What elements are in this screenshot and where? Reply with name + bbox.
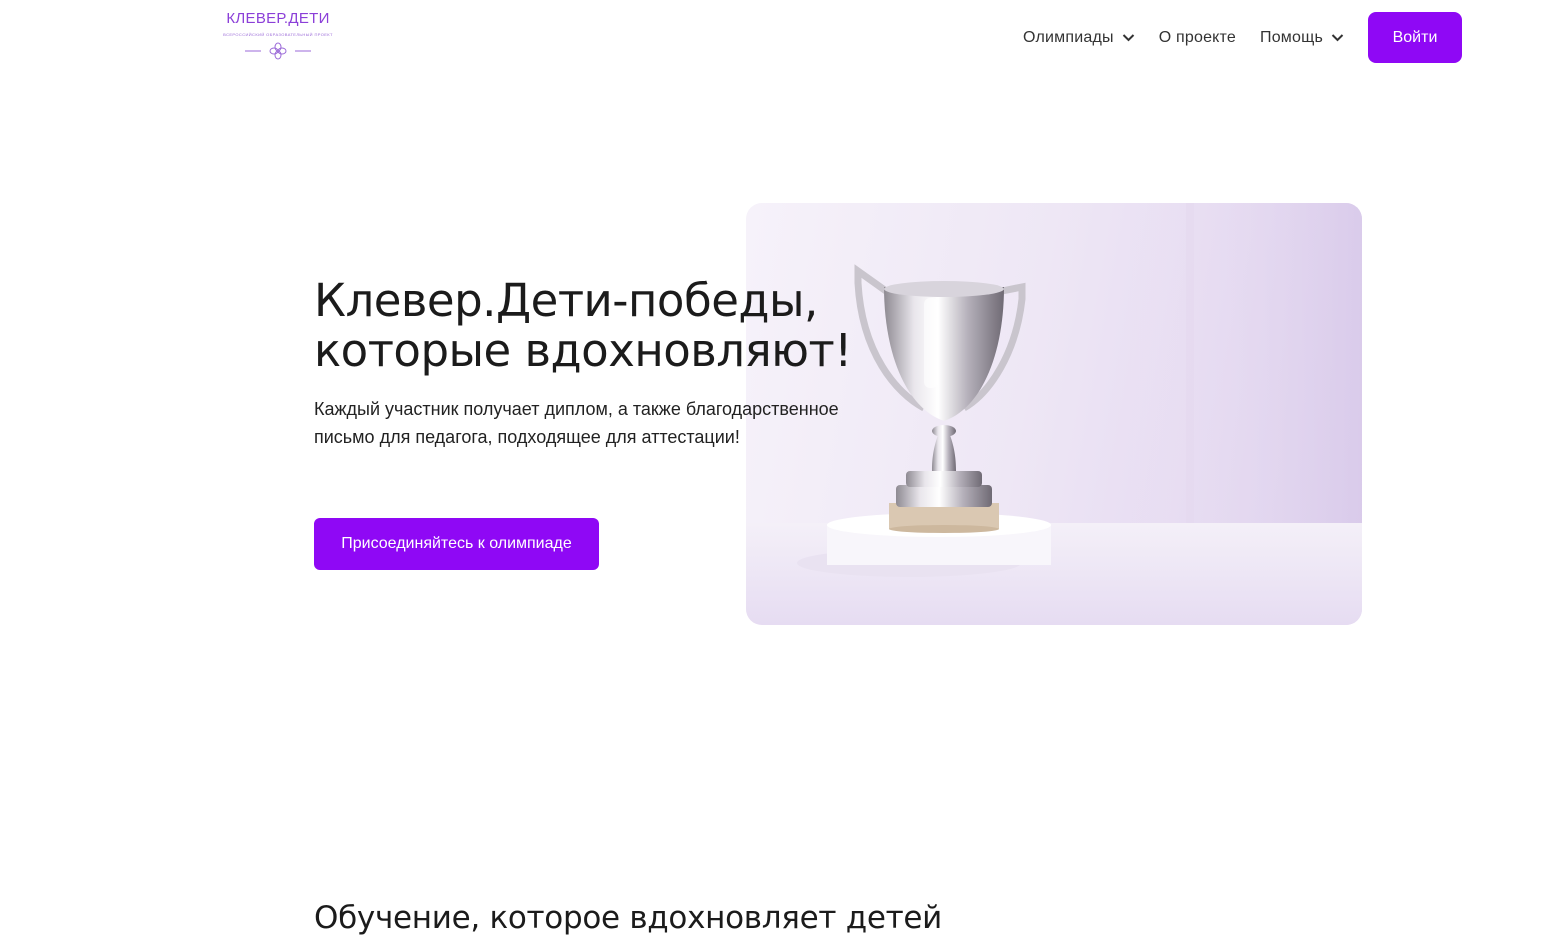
main-nav: Олимпиады О проекте Помощь Войти bbox=[1023, 12, 1462, 63]
site-logo[interactable]: КЛЕВЕР.ДЕТИ ВСЕРОССИЙСКИЙ ОБРАЗОВАТЕЛЬНЫ… bbox=[214, 8, 342, 68]
nav-olympiads[interactable]: Олимпиады bbox=[1023, 29, 1135, 47]
clover-icon bbox=[245, 42, 311, 60]
nav-olympiads-label: Олимпиады bbox=[1023, 28, 1114, 46]
chevron-down-icon bbox=[1122, 34, 1134, 42]
logo-title: КЛЕВЕР.ДЕТИ bbox=[226, 10, 330, 27]
nav-about-label: О проекте bbox=[1158, 28, 1236, 46]
nav-help[interactable]: Помощь bbox=[1260, 29, 1344, 47]
hero-description-line2: письмо для педагога, подходящее для атте… bbox=[314, 427, 740, 447]
hero-title: Клевер.Дети-победы, которые вдохновляют! bbox=[314, 276, 914, 376]
hero-title-line2: которые вдохновляют! bbox=[314, 324, 852, 377]
nav-help-label: Помощь bbox=[1260, 28, 1323, 46]
logo-subtitle: ВСЕРОССИЙСКИЙ ОБРАЗОВАТЕЛЬНЫЙ ПРОЕКТ bbox=[223, 32, 333, 37]
nav-about[interactable]: О проекте bbox=[1159, 29, 1236, 47]
section-title: Обучение, которое вдохновляет детей bbox=[314, 900, 942, 936]
page: КЛЕВЕР.ДЕТИ ВСЕРОССИЙСКИЙ ОБРАЗОВАТЕЛЬНЫ… bbox=[0, 0, 1563, 951]
join-olympiad-button[interactable]: Присоединяйтесь к олимпиаде bbox=[314, 518, 599, 570]
hero-title-line1: Клевер.Дети-победы, bbox=[314, 274, 818, 327]
chevron-down-icon bbox=[1331, 34, 1344, 42]
hero-description: Каждый участник получает диплом, а также… bbox=[314, 395, 874, 451]
hero-description-line1: Каждый участник получает диплом, а также… bbox=[314, 399, 839, 419]
login-button[interactable]: Войти bbox=[1368, 12, 1462, 63]
